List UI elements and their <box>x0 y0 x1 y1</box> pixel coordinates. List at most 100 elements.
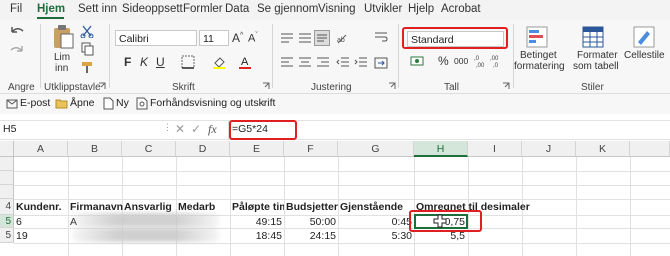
format-as-table-label-2[interactable]: som tabell <box>573 61 619 72</box>
align-center-icon[interactable] <box>298 56 312 68</box>
cell-f5[interactable]: 50:00 <box>284 216 336 228</box>
column-header-k[interactable]: K <box>576 141 630 157</box>
redo-icon[interactable] <box>8 44 26 58</box>
align-right-icon[interactable] <box>316 56 330 68</box>
copy-icon[interactable] <box>80 42 94 56</box>
open-folder-icon[interactable] <box>55 98 68 109</box>
tab-se-gjennom[interactable]: Se gjennom <box>257 3 318 15</box>
cell-styles-icon[interactable] <box>633 26 655 48</box>
percent-button[interactable]: % <box>438 54 449 68</box>
cell-f6[interactable]: 24:15 <box>284 230 336 242</box>
format-painter-icon[interactable] <box>80 60 94 74</box>
wrap-text-icon[interactable] <box>374 30 388 44</box>
conditional-formatting-icon[interactable] <box>526 26 548 48</box>
tab-sideoppsett[interactable]: Sideoppsett <box>122 3 183 15</box>
more-options-icon[interactable]: ⋮ <box>163 122 172 133</box>
header-budsjetterte[interactable]: Budsjetterte <box>286 201 338 213</box>
column-header-l[interactable] <box>630 141 670 157</box>
column-header-g[interactable]: G <box>338 141 414 157</box>
tab-fil[interactable]: Fil <box>10 3 22 15</box>
borders-icon[interactable] <box>181 55 195 69</box>
cut-icon[interactable] <box>80 24 94 38</box>
row-header-4[interactable]: 4 <box>0 199 14 215</box>
align-left-icon[interactable] <box>280 56 294 68</box>
print-preview-button[interactable]: Forhåndsvisning og utskrift <box>150 97 275 109</box>
insert-function-button[interactable]: fx <box>208 122 217 137</box>
tab-data[interactable]: Data <box>225 3 249 15</box>
enter-icon[interactable]: ✓ <box>191 122 201 136</box>
font-name-combo[interactable]: Calibri <box>115 30 197 46</box>
tab-formler[interactable]: Formler <box>183 3 223 15</box>
tab-visning[interactable]: Visning <box>318 3 356 15</box>
column-header-e[interactable]: E <box>230 141 284 157</box>
tab-hjelp[interactable]: Hjelp <box>408 3 434 15</box>
tab-utvikler[interactable]: Utvikler <box>364 3 402 15</box>
column-header-i[interactable]: I <box>468 141 522 157</box>
row-header[interactable] <box>0 185 14 199</box>
cell-g6[interactable]: 5:30 <box>338 230 412 242</box>
number-launcher-icon[interactable] <box>502 82 510 90</box>
header-palopte-timer[interactable]: Påløpte time <box>232 201 284 213</box>
italic-button[interactable]: K <box>140 55 148 69</box>
column-header-c[interactable]: C <box>122 141 176 157</box>
row-header-5[interactable]: 5 <box>0 215 14 228</box>
name-box[interactable]: H5 <box>3 123 153 137</box>
cell-g5[interactable]: 0:45 <box>338 216 412 228</box>
format-as-table-icon[interactable] <box>582 26 604 48</box>
column-header-j[interactable]: J <box>522 141 576 157</box>
decrease-decimal-icon[interactable]: ,00,0 <box>490 54 504 68</box>
increase-font-button[interactable]: A^ <box>232 31 243 45</box>
orientation-icon[interactable]: ab <box>336 32 350 44</box>
cell-a6[interactable]: 19 <box>16 230 28 242</box>
row-header-6[interactable]: 5 <box>0 228 14 243</box>
conditional-formatting-label-2[interactable]: formatering <box>514 61 565 72</box>
alignment-launcher-icon[interactable] <box>388 82 396 90</box>
paste-label[interactable]: Lim <box>54 52 70 63</box>
align-top-icon[interactable] <box>280 32 294 44</box>
conditional-formatting-label[interactable]: Betinget <box>520 50 557 61</box>
new-document-icon[interactable] <box>103 97 114 110</box>
clipboard-launcher-icon[interactable] <box>98 82 106 90</box>
font-color-icon[interactable]: A <box>238 55 252 69</box>
comma-style-button[interactable]: 000 <box>454 56 468 66</box>
column-header-d[interactable]: D <box>176 141 230 157</box>
font-size-combo[interactable]: 11 <box>199 30 229 46</box>
open-button[interactable]: Åpne <box>70 97 95 109</box>
customize-qat-chevron-icon[interactable]: ▿ <box>262 98 267 109</box>
cell-a5[interactable]: 6 <box>16 216 22 228</box>
format-as-table-label[interactable]: Formater <box>577 50 618 61</box>
align-middle-icon[interactable] <box>298 32 312 44</box>
column-header-b[interactable]: B <box>68 141 122 157</box>
align-bottom-icon[interactable] <box>314 30 330 46</box>
merge-center-icon[interactable] <box>374 56 388 70</box>
cell-styles-label[interactable]: Cellestile <box>624 50 665 61</box>
header-medarb[interactable]: Medarb <box>178 201 215 213</box>
tab-hjem[interactable]: Hjem <box>37 3 65 15</box>
fill-color-icon[interactable] <box>212 55 226 69</box>
tab-sett-inn[interactable]: Sett inn <box>78 3 117 15</box>
increase-decimal-icon[interactable]: ,0,00 <box>474 54 488 68</box>
undo-icon[interactable] <box>8 25 26 39</box>
header-firmanavn[interactable]: Firmanavn <box>70 201 123 213</box>
paste-label-2[interactable]: inn <box>55 63 68 74</box>
header-ansvarlig[interactable]: Ansvarlig <box>124 201 172 213</box>
increase-indent-icon[interactable] <box>354 56 368 68</box>
paste-icon[interactable] <box>52 24 74 50</box>
decrease-font-button[interactable]: Aˇ <box>248 32 258 45</box>
cell-e5[interactable]: 49:15 <box>230 216 282 228</box>
decrease-indent-icon[interactable] <box>336 56 350 68</box>
font-launcher-icon[interactable] <box>262 82 270 90</box>
cell-h6[interactable]: 5,5 <box>414 230 465 242</box>
header-kundenr[interactable]: Kundenr. <box>16 201 62 213</box>
header-gjenstaende[interactable]: Gjenstående <box>340 201 414 213</box>
new-button[interactable]: Ny <box>116 97 129 109</box>
row-header[interactable] <box>0 157 14 171</box>
email-icon[interactable] <box>6 98 18 109</box>
column-header-a[interactable]: A <box>14 141 68 157</box>
tab-acrobat[interactable]: Acrobat <box>441 3 481 15</box>
cell-e6[interactable]: 18:45 <box>230 230 282 242</box>
accounting-format-icon[interactable] <box>410 55 426 69</box>
underline-button[interactable]: U <box>156 55 165 69</box>
bold-button[interactable]: F <box>124 55 131 69</box>
column-header-f[interactable]: F <box>284 141 338 157</box>
